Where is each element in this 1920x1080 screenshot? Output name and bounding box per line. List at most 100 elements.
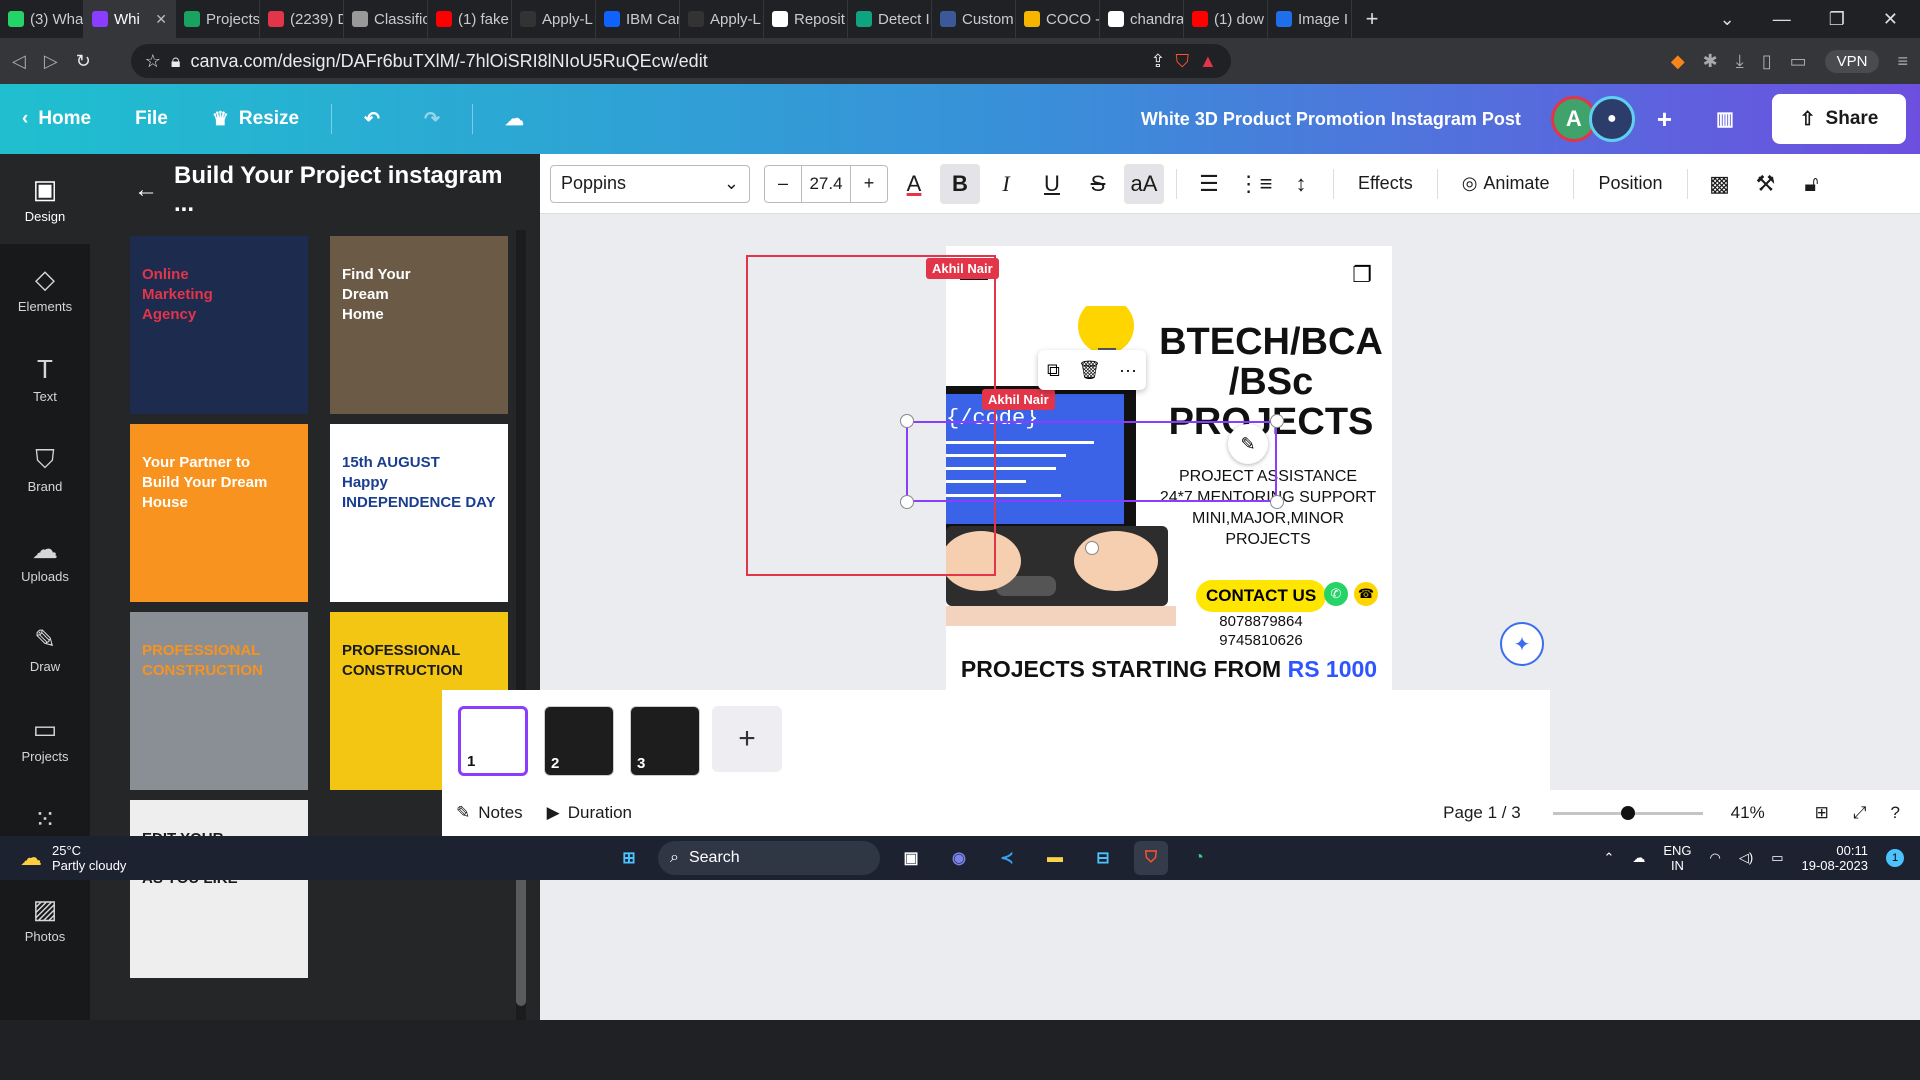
list-icon[interactable]: ⋮≡ (1235, 164, 1275, 204)
template-thumbnail[interactable]: PROFESSIONAL CONSTRUCTION (130, 612, 308, 790)
teams-icon[interactable]: ◉ (942, 841, 976, 875)
text-selection-box[interactable] (906, 421, 1277, 502)
spacing-icon[interactable]: ↕ (1281, 164, 1321, 204)
extensions-icon[interactable]: ✱ (1703, 51, 1718, 72)
browser-tab[interactable]: chandra (1100, 0, 1184, 38)
rail-item-uploads[interactable]: ☁ Uploads (0, 514, 90, 604)
zoom-level[interactable]: 41% (1731, 803, 1791, 823)
help-icon[interactable]: ? (1891, 803, 1900, 823)
resize-button[interactable]: ♛ Resize (190, 108, 321, 131)
duplicate-icon[interactable]: ⧉ (1047, 360, 1060, 381)
browser-tab[interactable]: Custom (932, 0, 1016, 38)
animate-button[interactable]: ◎ Animate (1450, 173, 1562, 194)
tab-search-icon[interactable]: ⌄ (1720, 9, 1735, 30)
collaborator-avatar[interactable]: ● (1588, 96, 1635, 142)
minimize-icon[interactable]: — (1773, 9, 1791, 30)
share-page-icon[interactable]: ⇪ (1150, 51, 1165, 72)
copy-style-icon[interactable]: ⚒ (1746, 164, 1786, 204)
browser-tab[interactable]: Whi ✕ (84, 0, 176, 38)
browser-tab[interactable]: Detect I (848, 0, 932, 38)
volume-icon[interactable]: ◁) (1739, 850, 1753, 866)
undo-button[interactable]: ↶ (342, 108, 402, 131)
browser-tab[interactable]: (3) Wha (0, 0, 84, 38)
resize-handle[interactable] (1270, 414, 1284, 428)
insights-icon[interactable]: ▥ (1694, 108, 1756, 131)
rail-item-projects[interactable]: ▭ Projects (0, 694, 90, 784)
restore-icon[interactable]: ❐ (1829, 9, 1845, 30)
font-size-value[interactable]: 27.4 (801, 165, 851, 202)
page-thumbnail[interactable]: 2 (544, 706, 614, 776)
fullscreen-icon[interactable]: ⤢ (1853, 803, 1867, 823)
strikethrough-icon[interactable]: S (1078, 164, 1118, 204)
rail-item-text[interactable]: T Text (0, 334, 90, 424)
grid-view-icon[interactable]: ⊞ (1815, 803, 1829, 823)
page-thumbnail[interactable]: 3 (630, 706, 700, 776)
brave-icon[interactable]: ⛉ (1134, 841, 1168, 875)
vpn-button[interactable]: VPN (1824, 49, 1880, 73)
font-size-stepper[interactable]: – 27.4 + (764, 164, 888, 203)
bold-icon[interactable]: B (940, 163, 980, 204)
back-arrow-icon[interactable]: ← (134, 176, 158, 204)
browser-tab[interactable]: Image I (1268, 0, 1352, 38)
close-window-icon[interactable]: ✕ (1883, 9, 1898, 30)
duration-button[interactable]: ▶ Duration (547, 803, 632, 823)
menu-icon[interactable]: ≡ (1897, 51, 1908, 72)
page-indicator[interactable]: Page 1 / 3 (1443, 803, 1521, 823)
rail-item-draw[interactable]: ✎ Draw (0, 604, 90, 694)
browser-tab[interactable]: (2239) D (260, 0, 344, 38)
url-text[interactable]: canva.com/design/DAFr6buTXlM/-7hlOiSRI8l… (191, 51, 1141, 72)
rail-item-elements[interactable]: ◇ Elements (0, 244, 90, 334)
wifi-icon[interactable]: ◠ (1710, 850, 1721, 866)
template-thumbnail[interactable]: Find Your Dream Home (330, 236, 508, 414)
back-icon[interactable]: ◁ (12, 51, 26, 72)
resize-handle[interactable] (900, 495, 914, 509)
delete-icon[interactable]: 🗑︎ (1078, 360, 1101, 381)
sidebar-icon[interactable]: ▯ (1762, 51, 1772, 72)
template-thumbnail[interactable]: EDIT YOURWEBSITEAS YOU LIKE (130, 800, 308, 978)
metamask-icon[interactable]: ◆ (1671, 51, 1685, 72)
browser-tab[interactable]: COCO - (1016, 0, 1100, 38)
download-icon[interactable]: ⤓ (1736, 51, 1744, 72)
align-center-icon[interactable]: ☰ (1189, 164, 1229, 204)
file-menu-button[interactable]: File (113, 108, 190, 130)
chevron-up-icon[interactable]: ⌃ (1603, 850, 1614, 866)
browser-tab[interactable]: Reposit (764, 0, 848, 38)
forward-icon[interactable]: ▷ (44, 51, 58, 72)
tab-close-icon[interactable]: ✕ (155, 11, 167, 28)
brave-rewards-icon[interactable]: ▲ (1199, 51, 1217, 72)
add-comment-button[interactable]: ✎ (1228, 424, 1268, 464)
phone-numbers[interactable]: 8078879864 9745810626 (1196, 612, 1326, 650)
home-button[interactable]: ‹ Home (0, 108, 113, 130)
template-thumbnail[interactable]: Your Partner to Build Your Dream House (130, 424, 308, 602)
browser-tab[interactable]: IBM Car (596, 0, 680, 38)
underline-icon[interactable]: U (1032, 164, 1072, 204)
document-title[interactable]: White 3D Product Promotion Instagram Pos… (1141, 109, 1521, 130)
browser-tab[interactable]: Projects (176, 0, 260, 38)
start-icon[interactable]: ⊞ (612, 841, 646, 875)
share-button[interactable]: ⇧ Share (1772, 94, 1906, 144)
browser-tab[interactable]: (1) dow (1184, 0, 1268, 38)
onedrive-icon[interactable]: ☁ (1632, 850, 1645, 866)
template-thumbnail[interactable]: 15th AUGUST Happy INDEPENDENCE DAY (330, 424, 508, 602)
add-collaborator-button[interactable]: + (1635, 104, 1694, 135)
font-family-select[interactable]: Poppins ⌄ (550, 164, 750, 203)
magic-assistant-button[interactable]: ✦ (1500, 622, 1544, 666)
page-thumbnail[interactable]: 1 (458, 706, 528, 776)
text-color-icon[interactable]: A (894, 164, 934, 204)
clock[interactable]: 00:11 19-08-2023 (1802, 843, 1869, 873)
browser-tab[interactable]: Classific (344, 0, 428, 38)
resize-handle[interactable] (900, 414, 914, 428)
pricing-text[interactable]: PROJECTS STARTING FROM RS 1000 (946, 656, 1392, 683)
more-icon[interactable]: ··· (1119, 360, 1137, 381)
file-explorer-icon[interactable]: ▬ (1038, 841, 1072, 875)
italic-icon[interactable]: I (986, 164, 1026, 204)
zoom-slider-knob[interactable] (1620, 805, 1635, 820)
browser-tab[interactable]: Apply-L (680, 0, 764, 38)
lock-icon[interactable]: 🔓︎ (1792, 164, 1832, 204)
language-indicator[interactable]: ENG IN (1663, 843, 1691, 873)
redo-button[interactable]: ↷ (402, 108, 462, 131)
brave-shield-icon[interactable]: ⛉ (1175, 51, 1189, 72)
transparency-icon[interactable]: ▩ (1700, 164, 1740, 204)
reload-icon[interactable]: ↻ (76, 51, 91, 72)
browser-tab[interactable]: Apply-L (512, 0, 596, 38)
